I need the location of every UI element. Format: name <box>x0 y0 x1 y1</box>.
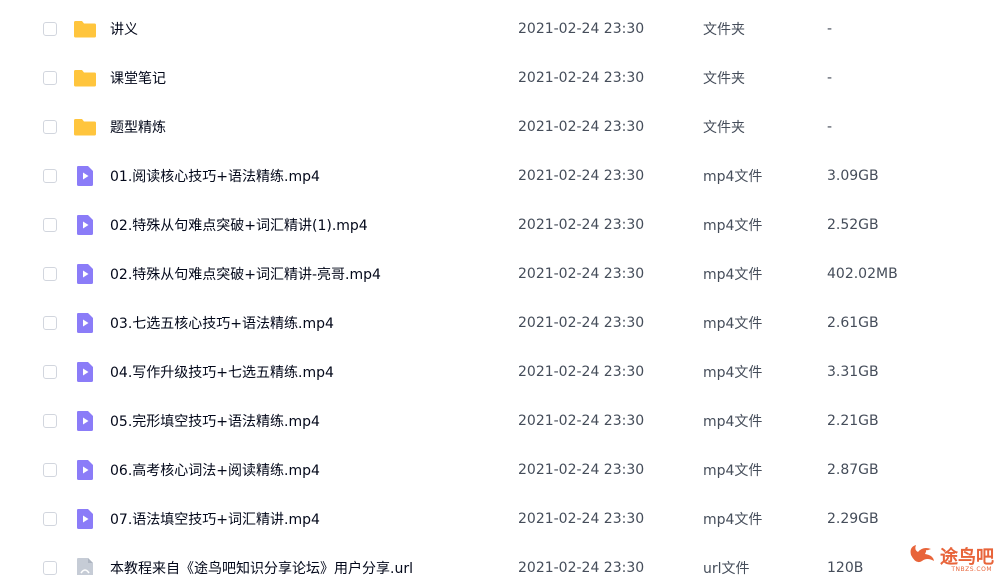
file-type: 文件夹 <box>703 21 745 38</box>
file-name[interactable]: 04.写作升级技巧+七选五精练.mp4 <box>110 362 334 382</box>
row-checkbox[interactable] <box>43 462 57 477</box>
file-size: 2.21GB <box>827 412 879 429</box>
file-row[interactable]: 02.特殊从句难点突破+词汇精讲-亮哥.mp4 2021-02-24 23:30… <box>0 249 1000 298</box>
file-name[interactable]: 课堂笔记 <box>110 68 166 88</box>
file-type: 文件夹 <box>703 70 745 87</box>
row-checkbox[interactable] <box>43 168 57 183</box>
row-checkbox[interactable] <box>43 560 57 575</box>
file-type: mp4文件 <box>703 315 763 332</box>
file-date: 2021-02-24 23:30 <box>518 412 645 429</box>
file-size: 402.02MB <box>827 265 898 282</box>
video-file-icon <box>73 262 97 286</box>
row-checkbox[interactable] <box>43 511 57 526</box>
file-type: mp4文件 <box>703 217 763 234</box>
file-type: mp4文件 <box>703 266 763 283</box>
file-row[interactable]: 01.阅读核心技巧+语法精练.mp4 2021-02-24 23:30 mp4文… <box>0 151 1000 200</box>
url-file-icon <box>73 556 97 575</box>
file-date: 2021-02-24 23:30 <box>518 510 645 527</box>
file-row[interactable]: 07.语法填空技巧+词汇精讲.mp4 2021-02-24 23:30 mp4文… <box>0 494 1000 543</box>
file-name[interactable]: 01.阅读核心技巧+语法精练.mp4 <box>110 166 320 186</box>
video-file-icon <box>73 458 97 482</box>
file-row[interactable]: 课堂笔记 2021-02-24 23:30 文件夹 - <box>0 53 1000 102</box>
row-checkbox[interactable] <box>43 70 57 85</box>
file-type: url文件 <box>703 560 750 575</box>
file-name[interactable]: 02.特殊从句难点突破+词汇精讲(1).mp4 <box>110 215 368 235</box>
file-list: 讲义 2021-02-24 23:30 文件夹 - 课堂笔记 2021-02-2… <box>0 0 1000 575</box>
file-row[interactable]: 04.写作升级技巧+七选五精练.mp4 2021-02-24 23:30 mp4… <box>0 347 1000 396</box>
file-row[interactable]: 02.特殊从句难点突破+词汇精讲(1).mp4 2021-02-24 23:30… <box>0 200 1000 249</box>
file-size: - <box>827 20 833 37</box>
row-checkbox[interactable] <box>43 119 57 134</box>
file-date: 2021-02-24 23:30 <box>518 167 645 184</box>
file-size: 2.29GB <box>827 510 879 527</box>
file-row[interactable]: 题型精炼 2021-02-24 23:30 文件夹 - <box>0 102 1000 151</box>
row-checkbox[interactable] <box>43 266 57 281</box>
file-row[interactable]: 讲义 2021-02-24 23:30 文件夹 - <box>0 4 1000 53</box>
row-checkbox[interactable] <box>43 413 57 428</box>
video-file-icon <box>73 213 97 237</box>
file-row[interactable]: 03.七选五核心技巧+语法精练.mp4 2021-02-24 23:30 mp4… <box>0 298 1000 347</box>
bird-logo-icon <box>907 541 937 571</box>
file-name[interactable]: 本教程来自《途鸟吧知识分享论坛》用户分享.url <box>110 558 413 575</box>
folder-icon <box>73 17 97 41</box>
row-checkbox[interactable] <box>43 364 57 379</box>
file-date: 2021-02-24 23:30 <box>518 20 645 37</box>
file-type: mp4文件 <box>703 413 763 430</box>
video-file-icon <box>73 360 97 384</box>
file-type: mp4文件 <box>703 364 763 381</box>
file-type: mp4文件 <box>703 462 763 479</box>
file-name[interactable]: 讲义 <box>110 19 138 39</box>
file-size: 2.61GB <box>827 314 879 331</box>
file-name[interactable]: 05.完形填空技巧+语法精练.mp4 <box>110 411 320 431</box>
video-file-icon <box>73 164 97 188</box>
video-file-icon <box>73 409 97 433</box>
file-date: 2021-02-24 23:30 <box>518 69 645 86</box>
file-date: 2021-02-24 23:30 <box>518 559 645 575</box>
file-size: 3.31GB <box>827 363 879 380</box>
file-name[interactable]: 07.语法填空技巧+词汇精讲.mp4 <box>110 509 320 529</box>
file-date: 2021-02-24 23:30 <box>518 216 645 233</box>
watermark-domain: TNBZS.COM <box>951 566 992 573</box>
file-size: 2.87GB <box>827 461 879 478</box>
video-file-icon <box>73 311 97 335</box>
row-checkbox[interactable] <box>43 21 57 36</box>
file-size: 3.09GB <box>827 167 879 184</box>
row-checkbox[interactable] <box>43 217 57 232</box>
file-size: 120B <box>827 559 864 575</box>
file-row[interactable]: 05.完形填空技巧+语法精练.mp4 2021-02-24 23:30 mp4文… <box>0 396 1000 445</box>
file-row[interactable]: 06.高考核心词法+阅读精练.mp4 2021-02-24 23:30 mp4文… <box>0 445 1000 494</box>
video-file-icon <box>73 507 97 531</box>
folder-icon <box>73 115 97 139</box>
file-date: 2021-02-24 23:30 <box>518 314 645 331</box>
file-size: - <box>827 118 833 135</box>
file-type: 文件夹 <box>703 119 745 136</box>
file-name[interactable]: 03.七选五核心技巧+语法精练.mp4 <box>110 313 334 333</box>
folder-icon <box>73 66 97 90</box>
file-name[interactable]: 02.特殊从句难点突破+词汇精讲-亮哥.mp4 <box>110 264 381 284</box>
file-row[interactable]: 本教程来自《途鸟吧知识分享论坛》用户分享.url 2021-02-24 23:3… <box>0 543 1000 575</box>
file-size: 2.52GB <box>827 216 879 233</box>
file-type: mp4文件 <box>703 168 763 185</box>
file-date: 2021-02-24 23:30 <box>518 363 645 380</box>
site-watermark: 途鸟吧 TNBZS.COM <box>907 541 994 573</box>
file-date: 2021-02-24 23:30 <box>518 118 645 135</box>
file-date: 2021-02-24 23:30 <box>518 461 645 478</box>
file-size: - <box>827 69 833 86</box>
file-name[interactable]: 题型精炼 <box>110 117 166 137</box>
row-checkbox[interactable] <box>43 315 57 330</box>
file-date: 2021-02-24 23:30 <box>518 265 645 282</box>
file-name[interactable]: 06.高考核心词法+阅读精练.mp4 <box>110 460 320 480</box>
file-type: mp4文件 <box>703 511 763 528</box>
